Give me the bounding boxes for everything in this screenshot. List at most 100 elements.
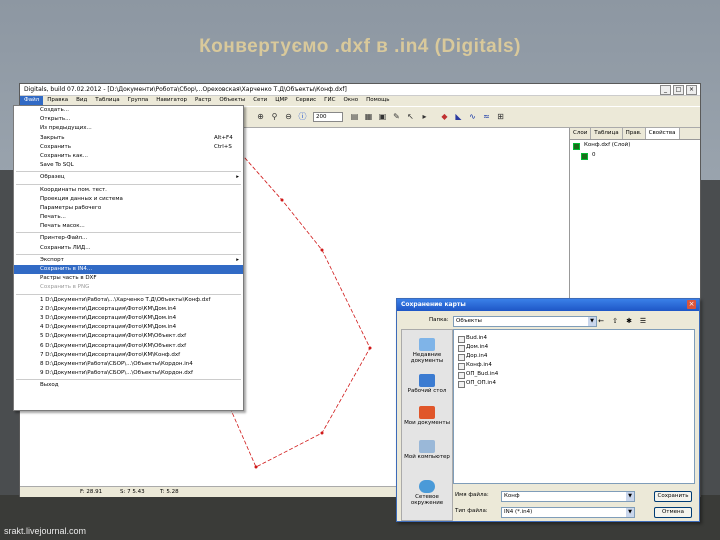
file-menu-item[interactable]: 7 D:\Документи\Диссертация\Фото\КМ\Конф.… [14,351,243,360]
file-list[interactable]: Bud.in4 Дом.in4 Дор.in4 Конф.in4 ОП_Bud.in4 О… [453,329,695,484]
file-menu-item[interactable]: 3 D:\Документи\Диссертация\Фото\КМ\Дом.i… [14,314,243,323]
layer-checkbox-icon[interactable] [573,143,580,150]
file-menu-item[interactable]: 6 D:\Документи\Диссертация\Фото\КМ\Объек… [14,342,243,351]
file-menu-item[interactable]: Печать масок... [14,222,243,231]
arrow-right-icon[interactable]: ▸ [420,112,429,121]
view-menu-icon[interactable]: ☰ [639,317,647,325]
file-menu-item[interactable]: Из предыдущих... [14,124,243,133]
status-cell: F: 28.91 [80,489,103,495]
tab-0[interactable]: Слои [570,128,592,139]
pointer-icon[interactable]: ↖ [406,112,415,121]
menu-12[interactable]: Окно [339,96,362,106]
file-menu-item[interactable]: Выход [14,381,243,390]
file-item[interactable]: ОП_Bud.in4 [458,371,498,379]
file-menu-item[interactable]: Образец ▸ [14,173,243,182]
menu-11[interactable]: ГИС [320,96,339,106]
file-item[interactable]: ОП_ОП.in4 [458,380,496,388]
filetype-select[interactable]: IN4 (*.in4) ▼ [501,507,635,518]
file-menu-item[interactable]: Принтер-Файл... [14,234,243,243]
zoom-in-icon[interactable]: ⊕ [256,112,265,121]
place-computer[interactable]: Мой компьютер [402,440,452,460]
file-menu-item[interactable]: Экспорт ▸ [14,256,243,265]
zoom-out-icon[interactable]: ⊖ [284,112,293,121]
edit-icon[interactable]: ✎ [392,112,401,121]
filename-input[interactable]: Конф ▼ [501,491,635,502]
file-menu-item[interactable]: 4 D:\Документи\Диссертация\Фото\КМ\Дом.i… [14,323,243,332]
place-recent[interactable]: Недавние документы [402,338,452,364]
menu-item-label: Создать... [40,107,69,113]
back-icon[interactable]: ← [597,317,605,325]
file-menu-item[interactable]: Проекция данных и система [14,195,243,204]
menu-item-label: Сохранить в PNG [40,284,90,291]
file-menu-item[interactable]: Save To SQL [14,161,243,170]
menu-separator [16,293,241,295]
file-menu-item[interactable]: Параметры рабочего [14,204,243,213]
slide-title: Конвертуємо .dxf в .in4 (Digitals) [199,36,521,57]
close-icon[interactable]: × [686,85,697,95]
file-menu-item[interactable]: 2 D:\Документи\Диссертация\Фото\КМ\Дом.i… [14,305,243,314]
folder-up-icon[interactable]: ⇧ [611,317,619,325]
layer-label: Конф.dxf (Слой) [584,142,631,148]
file-menu-item[interactable]: Закрыть Alt+F4 [14,134,243,143]
tab-3[interactable]: Свойства [645,128,680,139]
menu-9[interactable]: ЦМР [271,96,291,106]
file-menu-item[interactable]: Сохранить в IN4... [14,265,243,275]
place-desktop[interactable]: Рабочий стол [402,374,452,394]
file-item[interactable]: Дор.in4 [458,353,487,361]
filetype-value: IN4 (*.in4) [504,509,533,515]
file-menu-item[interactable]: Открыть... [14,115,243,124]
file-menu-item[interactable]: 1 D:\Документи\Работа\...\Харченко Т.Д\О… [14,296,243,305]
draw-polygon-icon[interactable]: ◆ [440,112,449,121]
chevron-down-icon[interactable]: ▼ [588,317,596,326]
file-menu-item[interactable]: Сохранить в PNG [14,283,243,292]
menu-8[interactable]: Сети [249,96,271,106]
file-menu-item[interactable]: 9 D:\Документи\Работа\СБОР\...\Объекты\К… [14,369,243,378]
vertex-marker [320,248,324,252]
chevron-down-icon[interactable]: ▼ [626,492,634,501]
layer-tree-item[interactable]: 0 [570,152,700,160]
menu-10[interactable]: Сервис [292,96,321,106]
file-item[interactable]: Дом.in4 [458,344,488,352]
chevron-down-icon[interactable]: ▼ [626,508,634,517]
spline-icon[interactable]: ≈ [482,112,491,121]
cancel-button[interactable]: Отмена [654,507,692,518]
menu-item-label: Проекция данных и система [40,195,123,202]
curve-icon[interactable]: ∿ [468,112,477,121]
tab-1[interactable]: Таблица [591,128,623,139]
submenu-arrow-icon: ▸ [236,256,239,263]
minimize-icon[interactable]: _ [660,85,671,95]
file-menu-item[interactable]: Печать... [14,213,243,222]
file-menu-item[interactable]: Сохранить как... [14,152,243,161]
magnifier-icon[interactable]: ⚲ [270,112,279,121]
file-menu-item[interactable]: Растры часть в DXF [14,274,243,283]
file-item[interactable]: Bud.in4 [458,335,487,343]
file-menu-item[interactable]: Сохранить Ctrl+S [14,143,243,152]
layers-icon[interactable]: ▤ [350,112,359,121]
menu-13[interactable]: Помощь [362,96,393,106]
info-icon[interactable]: ⓘ [298,112,307,121]
grid-icon[interactable]: ▦ [364,112,373,121]
layer-checkbox-icon[interactable] [581,153,588,160]
maximize-icon[interactable]: □ [673,85,684,95]
draw-line-icon[interactable]: ◣ [454,112,463,121]
file-menu-item[interactable]: Координаты пом. тест. [14,186,243,195]
menu-item-label: 4 D:\Документи\Диссертация\Фото\КМ\Дом.i… [40,324,177,331]
file-menu-item[interactable]: 8 D:\Документи\Работа\СБОР\...\Объекты\К… [14,360,243,369]
layer-tree-item[interactable]: Конф.dxf (Слой) [570,142,700,150]
file-item[interactable]: Конф.in4 [458,362,492,370]
new-folder-icon[interactable]: ✱ [625,317,633,325]
file-menu-item[interactable]: Создать... [14,106,243,115]
place-label: Рабочий стол [407,388,447,394]
folder-select[interactable]: Объекты ▼ [453,316,597,327]
zoom-input[interactable]: 200 [313,112,343,122]
tab-2[interactable]: Прав. [623,128,646,139]
file-menu-item[interactable]: Сохранить ЛИД... [14,244,243,253]
file-menu-item[interactable]: 5 D:\Документи\Диссертация\Фото\КМ\Объек… [14,332,243,341]
place-network[interactable]: Сетевое окружение [402,480,452,506]
select-icon[interactable]: ▣ [378,112,387,121]
place-documents[interactable]: Мои документы [402,406,452,426]
close-icon[interactable]: × [687,300,696,309]
place-label: Мой компьютер [404,454,450,460]
save-button[interactable]: Сохранить [654,491,692,502]
measure-icon[interactable]: ⊞ [496,112,505,121]
